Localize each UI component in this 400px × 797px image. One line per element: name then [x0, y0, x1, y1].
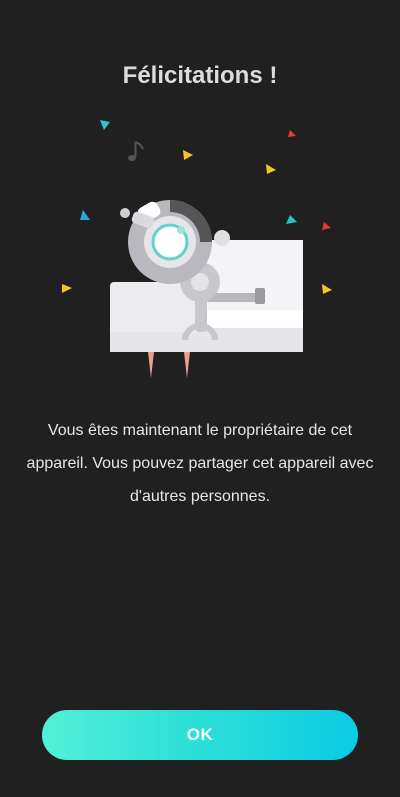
music-note-icon	[128, 141, 144, 161]
ownership-message: Vous êtes maintenant le propriétaire de …	[26, 422, 374, 505]
ok-button[interactable]: OK	[42, 710, 358, 760]
page-title: Félicitations !	[122, 62, 278, 89]
success-illustration	[62, 120, 332, 378]
